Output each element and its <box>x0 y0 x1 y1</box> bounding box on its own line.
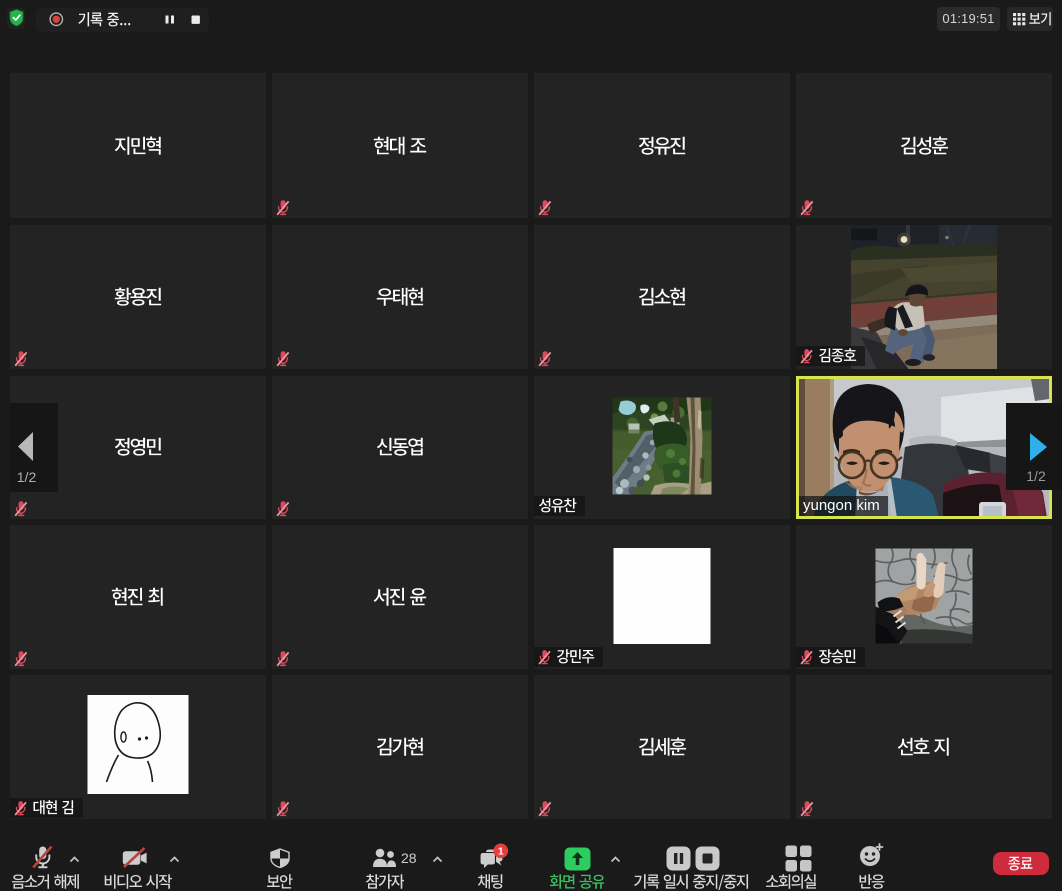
svg-text:1: 1 <box>498 845 504 857</box>
